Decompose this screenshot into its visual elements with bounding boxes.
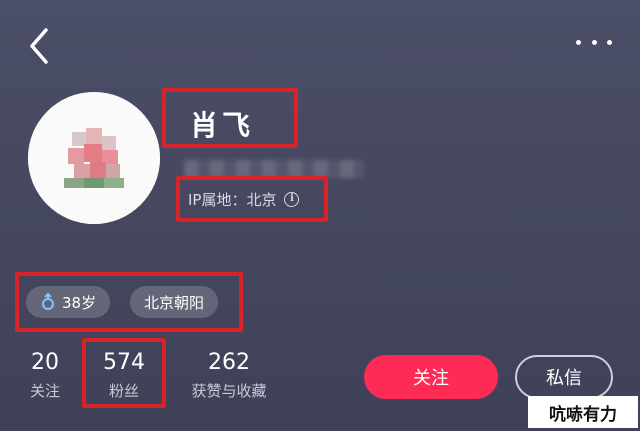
highlight-box-ip	[176, 176, 328, 222]
avatar-image	[28, 92, 160, 224]
highlight-box-name	[162, 88, 298, 148]
chevron-left-icon	[30, 28, 48, 64]
stat-following-value: 20	[31, 350, 59, 375]
highlight-box-tags	[15, 272, 243, 332]
avatar[interactable]	[28, 92, 160, 224]
message-button[interactable]: 私信	[515, 355, 613, 399]
back-button[interactable]	[26, 26, 54, 66]
stat-likes-value: 262	[208, 350, 250, 375]
more-dots-icon	[576, 39, 581, 45]
follow-button[interactable]: 关注	[364, 355, 498, 399]
more-dot	[591, 39, 597, 45]
more-dot	[607, 39, 612, 45]
stat-likes-label: 获赞与收藏	[191, 382, 267, 400]
stat-following[interactable]: 20 关注	[26, 350, 64, 400]
highlight-box-fans	[82, 338, 166, 408]
stat-following-label: 关注	[29, 382, 60, 400]
watermark-text: 吭哧有力	[528, 396, 638, 428]
more-options-button[interactable]	[576, 34, 612, 50]
stat-likes-collections[interactable]: 262 获赞与收藏	[184, 350, 274, 400]
